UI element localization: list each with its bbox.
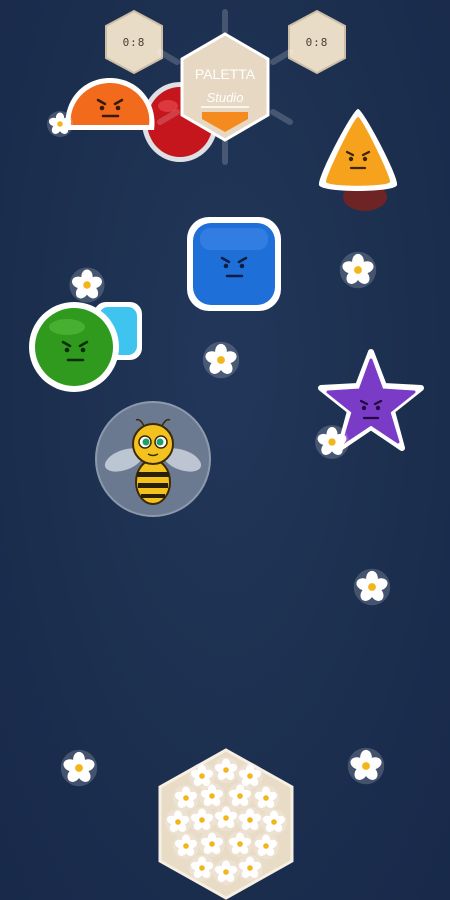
daisy-flower-icon [46,110,74,138]
orange-blob-enemy [60,72,160,136]
left-counter-text: 0:8 [123,36,146,49]
bee-in-bubble-icon [95,401,211,517]
daisy-flower-icon [346,746,386,786]
game-screen: 0:8 0:8 PALETTA Studio [0,0,450,900]
daisy-flower-icon [352,567,392,607]
logo-title: PALETTA [195,66,256,82]
right-counter-badge: 0:8 [286,9,348,75]
right-counter-text: 0:8 [306,36,329,49]
daisy-flower-icon [68,266,106,304]
paletta-studio-logo: PALETTA Studio [155,9,295,165]
daisy-flower-icon [338,250,378,290]
flower-hive [156,748,296,900]
daisy-flower-icon [59,748,99,788]
blue-square-enemy [184,214,284,314]
bee-player-bubble[interactable] [94,400,212,518]
logo-subtitle: Studio [207,90,244,105]
green-ball-enemy [27,300,121,394]
daisy-flower-icon [314,424,350,460]
yellow-triangle-enemy [313,105,403,211]
daisy-flower-icon [201,340,241,380]
